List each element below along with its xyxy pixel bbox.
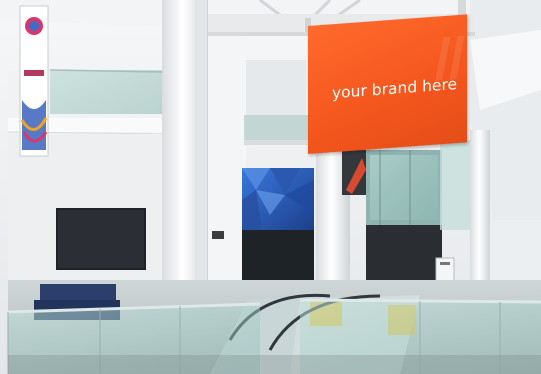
wall-tv bbox=[56, 208, 146, 270]
brand-banner: // your brand here bbox=[308, 14, 467, 154]
brand-banner-text: your brand here bbox=[332, 75, 458, 103]
atrium-scene: // your brand here bbox=[0, 0, 541, 374]
hanging-vertical-banner bbox=[19, 5, 49, 157]
video-wall bbox=[242, 168, 314, 230]
